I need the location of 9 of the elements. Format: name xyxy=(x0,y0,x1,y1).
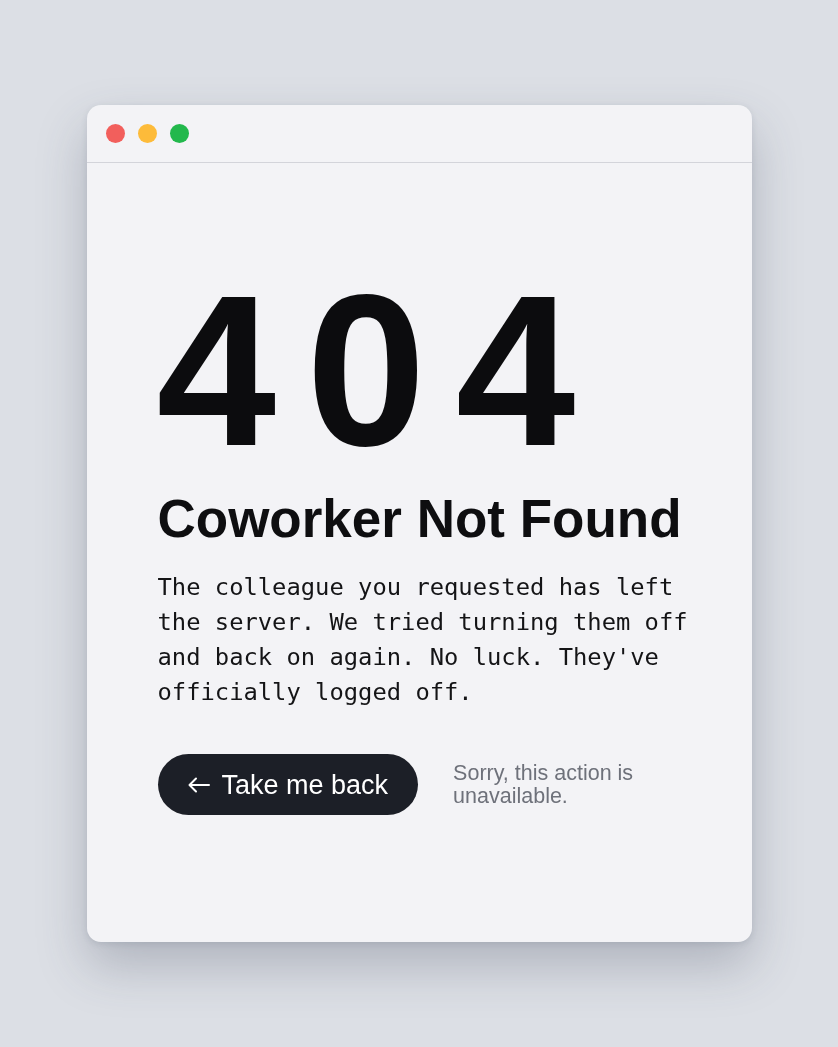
window-control-icon[interactable] xyxy=(169,124,189,143)
arrow-left-icon xyxy=(187,776,210,793)
error-title: Coworker Not Found xyxy=(157,490,683,549)
window-control-icon[interactable] xyxy=(105,124,125,143)
error-message: The colleague you requested has left the server. We tried turning them off and back on again. No luck. They've officially logged off. xyxy=(157,572,689,709)
back-button[interactable]: Take me back xyxy=(157,754,419,816)
error-code: 404 xyxy=(156,263,606,478)
window-control-icon[interactable] xyxy=(137,124,157,143)
unavailable-note: Sorry, this action is unavailable. xyxy=(453,761,635,808)
